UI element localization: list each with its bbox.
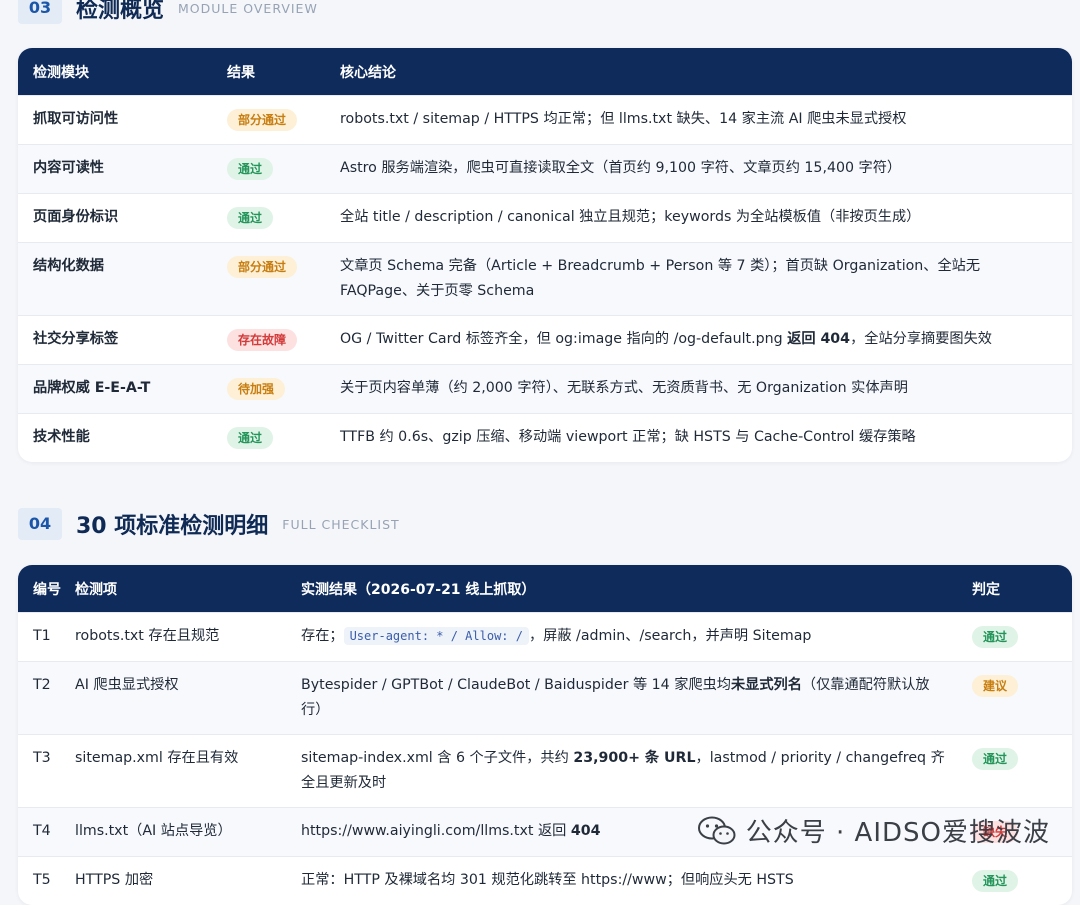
conclusion: OG / Twitter Card 标签齐全，但 og:image 指向的 /o… — [340, 331, 992, 347]
header-item: 检测项 — [75, 581, 117, 598]
status-badge: 通过 — [227, 427, 274, 449]
status-badge: 通过 — [227, 158, 274, 180]
check-item: robots.txt 存在且规范 — [75, 628, 220, 644]
header-id: 编号 — [33, 581, 61, 598]
wechat-watermark: 公众号 · AIDSO爱搜波波 — [697, 812, 1050, 849]
conclusion: 文章页 Schema 完备（Article + Breadcrumb + Per… — [340, 258, 981, 299]
check-result: 正常：HTTP 及裸域名均 301 规范化跳转至 https://www；但响应… — [301, 872, 794, 888]
table-header: 编号 检测项 实测结果（2026-07-21 线上抓取） 判定 — [18, 565, 1072, 612]
section-04-header: 04 30 项标准检测明细 FULL CHECKLIST — [18, 508, 400, 540]
check-result: sitemap-index.xml 含 6 个子文件，共约 23,900+ 条 … — [301, 750, 945, 791]
check-item: AI 爬虫显式授权 — [75, 677, 179, 693]
table-row: 抓取可访问性 部分通过 robots.txt / sitemap / HTTPS… — [18, 95, 1072, 144]
check-item: sitemap.xml 存在且有效 — [75, 750, 239, 766]
watermark-text: 公众号 · AIDSO爱搜波波 — [745, 818, 1050, 848]
status-badge: 存在故障 — [227, 329, 298, 351]
section-subtitle: FULL CHECKLIST — [282, 516, 400, 532]
header-module: 检测模块 — [33, 64, 89, 81]
check-result: Bytespider / GPTBot / ClaudeBot / Baidus… — [301, 677, 930, 718]
header-verdict: 判定 — [972, 581, 1000, 598]
section-03-header: 03 检测概览 MODULE OVERVIEW — [18, 0, 318, 24]
header-result: 实测结果（2026-07-21 线上抓取） — [301, 581, 536, 598]
conclusion: TTFB 约 0.6s、gzip 压缩、移动端 viewport 正常；缺 HS… — [340, 429, 916, 445]
check-id: T5 — [33, 872, 51, 888]
table-row: 内容可读性 通过 Astro 服务端渲染，爬虫可直接读取全文（首页约 9,100… — [18, 144, 1072, 193]
table-row: 结构化数据 部分通过 文章页 Schema 完备（Article + Bread… — [18, 242, 1072, 315]
section-number: 04 — [18, 508, 62, 540]
check-result: 存在； User-agent: * / Allow: / ，屏蔽 /admin、/s… — [301, 627, 812, 645]
check-id: T4 — [33, 823, 51, 839]
table-row: T2 AI 爬虫显式授权 Bytespider / GPTBot / Claud… — [18, 661, 1072, 734]
table-row: T5 HTTPS 加密 正常：HTTP 及裸域名均 301 规范化跳转至 htt… — [18, 856, 1072, 905]
status-badge: 部分通过 — [227, 109, 298, 131]
conclusion: robots.txt / sitemap / HTTPS 均正常；但 llms.… — [340, 111, 907, 127]
verdict-badge: 通过 — [972, 748, 1019, 770]
status-badge: 部分通过 — [227, 256, 298, 278]
conclusion: 全站 title / description / canonical 独立且规范… — [340, 209, 921, 225]
check-item: HTTPS 加密 — [75, 872, 154, 888]
module-name: 品牌权威 E-E-A-T — [33, 380, 151, 396]
table-row: 页面身份标识 通过 全站 title / description / canon… — [18, 193, 1072, 242]
module-name: 内容可读性 — [33, 160, 104, 176]
module-name: 技术性能 — [33, 429, 90, 445]
verdict-badge: 通过 — [972, 626, 1019, 648]
verdict-badge: 建议 — [972, 675, 1019, 697]
verdict-badge: 通过 — [972, 870, 1019, 892]
check-id: T2 — [33, 677, 51, 693]
section-title: 检测概览 — [76, 0, 165, 23]
status-badge: 待加强 — [227, 378, 286, 400]
module-name: 社交分享标签 — [33, 331, 119, 347]
status-badge: 通过 — [227, 207, 274, 229]
check-id: T3 — [33, 750, 51, 766]
module-name: 抓取可访问性 — [33, 111, 119, 127]
section-subtitle: MODULE OVERVIEW — [178, 0, 318, 16]
table-row: T3 sitemap.xml 存在且有效 sitemap-index.xml 含… — [18, 734, 1072, 807]
table-row: T1 robots.txt 存在且规范 存在； User-agent: * / A… — [18, 612, 1072, 661]
section-title: 30 项标准检测明细 — [76, 514, 269, 539]
section-number: 03 — [18, 0, 62, 24]
check-id: T1 — [33, 628, 51, 644]
header-result: 结果 — [227, 64, 255, 81]
check-item: llms.txt（AI 站点导览） — [75, 823, 232, 839]
module-name: 结构化数据 — [33, 258, 104, 274]
module-name: 页面身份标识 — [33, 209, 119, 225]
conclusion: Astro 服务端渲染，爬虫可直接读取全文（首页约 9,100 字符、文章页约 … — [340, 160, 902, 176]
table-header: 检测模块 结果 核心结论 — [18, 48, 1072, 95]
code-snippet: User-agent: * / Allow: / — [343, 627, 529, 645]
module-overview-table: 检测模块 结果 核心结论 抓取可访问性 部分通过 robots.txt / si… — [18, 48, 1072, 462]
conclusion: 关于页内容单薄（约 2,000 字符）、无联系方式、无资质背书、无 Organi… — [340, 380, 908, 396]
table-row: 社交分享标签 存在故障 OG / Twitter Card 标签齐全，但 og:… — [18, 315, 1072, 364]
header-conclusion: 核心结论 — [340, 64, 396, 81]
full-checklist-table: 编号 检测项 实测结果（2026-07-21 线上抓取） 判定 T1 robot… — [18, 565, 1072, 905]
table-row: 技术性能 通过 TTFB 约 0.6s、gzip 压缩、移动端 viewport… — [18, 413, 1072, 462]
wechat-icon — [697, 816, 736, 844]
table-row: 品牌权威 E-E-A-T 待加强 关于页内容单薄（约 2,000 字符）、无联系… — [18, 364, 1072, 413]
